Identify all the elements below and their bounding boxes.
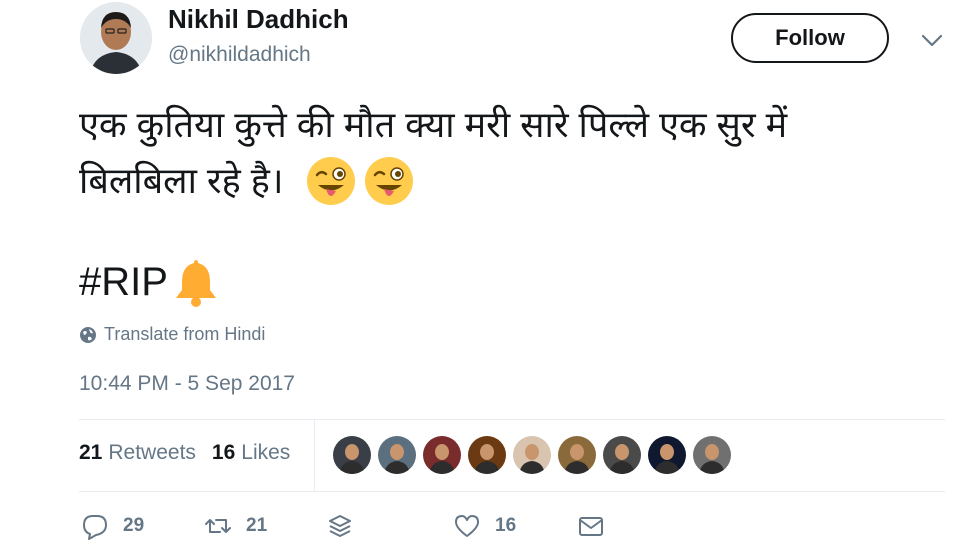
bell-icon [172, 256, 220, 308]
divider [79, 419, 945, 420]
tweet-timestamp[interactable]: 10:44 PM - 5 Sep 2017 [79, 372, 295, 396]
tweet-text-line-2: बिलबिला रहे है। [79, 156, 414, 206]
retweet-button[interactable]: 21 [204, 512, 267, 540]
winking-face-with-tongue-icon [306, 156, 356, 206]
author-handle[interactable]: @nikhildadhich [168, 43, 311, 67]
follow-button-label: Follow [775, 25, 845, 50]
like-count: 16 [495, 515, 517, 536]
translate-link[interactable]: Translate from Hindi [79, 324, 265, 345]
liker-avatar[interactable] [333, 436, 371, 474]
divider [314, 420, 315, 491]
author-avatar[interactable] [80, 2, 152, 74]
retweets-stat[interactable]: 21 Retweets [79, 441, 196, 465]
add-to-moment-button[interactable] [326, 512, 354, 540]
hashtag-text[interactable]: #RIP [79, 256, 168, 308]
tweet-text-line-1: एक कुतिया कुत्ते की मौत क्या मरी सारे पि… [79, 104, 788, 145]
liker-avatar[interactable] [558, 436, 596, 474]
likes-count: 16 [211, 441, 236, 464]
like-button[interactable]: 16 [453, 512, 516, 540]
chevron-down-icon[interactable] [918, 26, 946, 54]
liker-avatar[interactable] [648, 436, 686, 474]
winking-face-with-tongue-icon [364, 156, 414, 206]
liker-avatar[interactable] [468, 436, 506, 474]
likes-stat[interactable]: 16 Likes [212, 441, 290, 465]
reply-button[interactable]: 29 [81, 512, 144, 540]
liker-avatar[interactable] [378, 436, 416, 474]
follow-button[interactable]: Follow [731, 13, 889, 63]
reply-count: 29 [123, 515, 145, 536]
tweet-text-line-2-text: बिलबिला रहे है। [79, 160, 284, 201]
translate-label[interactable]: Translate from Hindi [104, 324, 265, 345]
retweet-count: 21 [246, 515, 268, 536]
retweets-label: Retweets [108, 441, 196, 464]
liker-avatar[interactable] [693, 436, 731, 474]
divider [79, 491, 945, 492]
retweet-icon [205, 519, 231, 533]
tweet-stats: 21 Retweets 16 Likes [79, 441, 290, 465]
hashtag-rip[interactable]: #RIP [79, 256, 220, 308]
author-name[interactable]: Nikhil Dadhich [168, 4, 349, 35]
layers-icon [329, 515, 351, 537]
direct-message-button[interactable] [577, 512, 605, 540]
liker-avatar[interactable] [513, 436, 551, 474]
retweets-count: 21 [79, 441, 103, 464]
heart-icon [455, 515, 479, 537]
liker-avatars [333, 436, 738, 474]
liker-avatar[interactable] [603, 436, 641, 474]
user-avatar-photo [80, 2, 152, 74]
envelope-icon [579, 517, 603, 536]
globe-icon [79, 326, 97, 344]
reply-icon [83, 515, 107, 540]
liker-avatar[interactable] [423, 436, 461, 474]
likes-label: Likes [241, 441, 291, 464]
